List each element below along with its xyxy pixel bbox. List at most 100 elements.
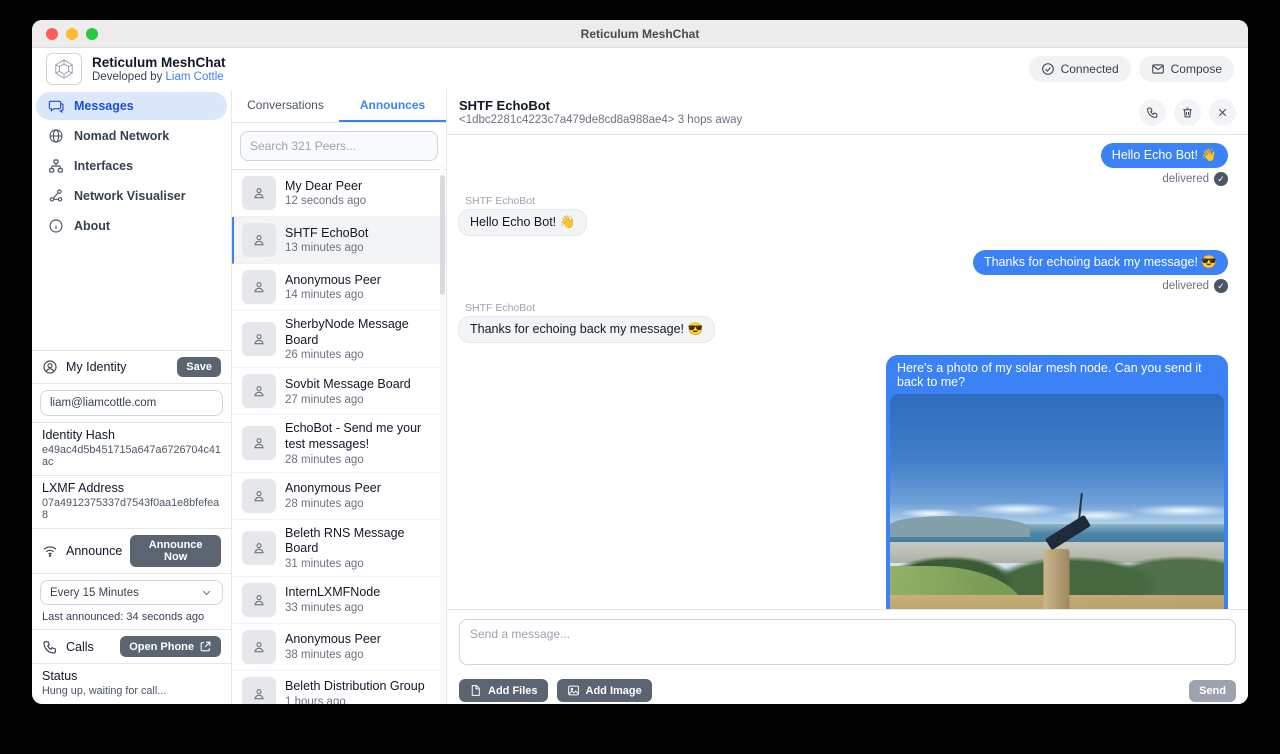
solar-mesh-node-photo[interactable]	[890, 394, 1224, 609]
peer-time: 12 seconds ago	[285, 195, 366, 207]
list-item[interactable]: Beleth RNS Message Board31 minutes ago	[232, 520, 446, 577]
list-item[interactable]: Sovbit Message Board27 minutes ago	[232, 368, 446, 415]
person-icon	[251, 639, 267, 655]
scrollbar-thumb[interactable]	[440, 175, 445, 295]
tab-announces[interactable]: Announces	[339, 90, 446, 122]
sidebar: Messages Nomad Network Interfaces	[32, 90, 232, 704]
check-circle-icon	[1041, 62, 1055, 76]
my-identity-label: My Identity	[66, 360, 126, 374]
avatar	[242, 677, 276, 704]
sidebar-item-messages[interactable]: Messages	[36, 92, 227, 120]
avatar	[242, 583, 276, 617]
app-logo	[46, 53, 82, 85]
person-icon	[251, 185, 267, 201]
identity-name-input[interactable]	[40, 390, 223, 416]
announce-row: Announce Announce Now	[32, 529, 231, 574]
identity-hash-value: e49ac4d5b451715a647a6726704c41ac	[42, 444, 221, 468]
list-item[interactable]: Anonymous Peer28 minutes ago	[232, 473, 446, 520]
list-item[interactable]: Anonymous Peer14 minutes ago	[232, 264, 446, 311]
delivered-label: delivered	[1162, 173, 1209, 185]
peer-time: 28 minutes ago	[285, 498, 381, 510]
peer-name: Anonymous Peer	[285, 481, 381, 497]
identity-hash-block: Identity Hash e49ac4d5b451715a647a672670…	[32, 423, 231, 476]
person-icon	[251, 383, 267, 399]
peer-time: 31 minutes ago	[285, 558, 440, 570]
peer-name: EchoBot - Send me your test messages!	[285, 421, 440, 452]
developer-link[interactable]: Liam Cottle	[166, 71, 224, 83]
sidebar-item-network-visualiser[interactable]: Network Visualiser	[36, 182, 227, 210]
delivered-label: delivered	[1162, 280, 1209, 292]
chat-header: SHTF EchoBot <1dbc2281c4223c7a479de8cd8a…	[447, 90, 1248, 135]
title-bar: Reticulum MeshChat	[32, 20, 1248, 48]
identity-hash-label: Identity Hash	[42, 428, 221, 442]
avatar	[242, 531, 276, 565]
nodes-icon	[48, 188, 64, 204]
list-item[interactable]: Beleth Distribution Group1 hours ago	[232, 671, 446, 704]
list-item[interactable]: EchoBot - Send me your test messages!28 …	[232, 415, 446, 472]
window-title: Reticulum MeshChat	[32, 27, 1248, 41]
person-icon	[251, 279, 267, 295]
peer-list-scrollbar[interactable]	[440, 165, 445, 704]
peer-list: My Dear Peer12 seconds ago SHTF EchoBot1…	[232, 170, 446, 704]
send-button[interactable]: Send	[1189, 680, 1236, 702]
list-item-selected[interactable]: SHTF EchoBot13 minutes ago	[232, 217, 446, 264]
peer-name: Beleth RNS Message Board	[285, 526, 440, 557]
sidebar-bottom-panel: My Identity Save Identity Hash e49ac4d5b…	[32, 350, 231, 704]
sidebar-item-label: Network Visualiser	[74, 189, 186, 203]
announce-now-button[interactable]: Announce Now	[130, 535, 221, 567]
announce-interval-select[interactable]: Every 15 Minutes	[40, 580, 223, 605]
save-button[interactable]: Save	[177, 357, 221, 377]
sidebar-item-about[interactable]: About	[36, 212, 227, 240]
add-files-button[interactable]: Add Files	[459, 679, 548, 702]
message-bubble: Thanks for echoing back my message! 😎	[973, 250, 1228, 275]
list-item[interactable]: InternLXMFNode33 minutes ago	[232, 577, 446, 624]
person-icon	[251, 435, 267, 451]
lxmf-address-label: LXMF Address	[42, 481, 221, 495]
list-item[interactable]: SherbyNode Message Board26 minutes ago	[232, 311, 446, 368]
sidebar-item-interfaces[interactable]: Interfaces	[36, 152, 227, 180]
message-bubble: Hello Echo Bot! 👋	[458, 209, 587, 236]
lxmf-address-block: LXMF Address 07a4912375337d7543f0aa1e8bf…	[32, 476, 231, 529]
phone-icon	[42, 639, 58, 655]
image-icon	[567, 684, 580, 697]
message-list[interactable]: Hello Echo Bot! 👋 delivered SHTF EchoBot…	[447, 135, 1248, 609]
tab-conversations[interactable]: Conversations	[232, 90, 339, 122]
peer-time: 33 minutes ago	[285, 602, 380, 614]
call-peer-button[interactable]	[1139, 99, 1166, 126]
message-input[interactable]	[459, 619, 1236, 665]
peer-time: 27 minutes ago	[285, 394, 411, 406]
list-item[interactable]: My Dear Peer12 seconds ago	[232, 170, 446, 217]
message-outgoing: Thanks for echoing back my message! 😎 de…	[458, 250, 1228, 293]
connected-status-badge[interactable]: Connected	[1029, 56, 1131, 82]
avatar	[242, 223, 276, 257]
app-subtitle: Developed by Liam Cottle	[92, 71, 226, 83]
sidebar-item-nomad-network[interactable]: Nomad Network	[36, 122, 227, 150]
info-icon	[48, 218, 64, 234]
close-chat-button[interactable]	[1209, 99, 1236, 126]
chat-icon	[48, 98, 64, 114]
compose-button[interactable]: Compose	[1139, 56, 1234, 82]
search-peers-input[interactable]	[240, 131, 438, 161]
message-composer: Add Files Add Image Send	[447, 609, 1248, 704]
my-identity-row: My Identity Save	[32, 351, 231, 384]
peers-column: Conversations Announces My Dear Peer12 s…	[232, 90, 447, 704]
app-header: Reticulum MeshChat Developed by Liam Cot…	[32, 48, 1248, 90]
delete-conversation-button[interactable]	[1174, 99, 1201, 126]
app-title-block: Reticulum MeshChat Developed by Liam Cot…	[92, 55, 226, 84]
peer-name: Anonymous Peer	[285, 273, 381, 289]
peer-name: Beleth Distribution Group	[285, 679, 425, 695]
photo-wooden-post	[1043, 549, 1069, 609]
delivery-status: delivered	[1162, 279, 1228, 293]
close-icon	[1216, 106, 1229, 119]
peer-name: My Dear Peer	[285, 179, 366, 195]
open-phone-button[interactable]: Open Phone	[120, 636, 221, 657]
list-item[interactable]: Anonymous Peer38 minutes ago	[232, 624, 446, 671]
message-incoming: SHTF EchoBot Thanks for echoing back my …	[458, 302, 1228, 343]
avatar	[242, 270, 276, 304]
add-image-button[interactable]: Add Image	[557, 679, 652, 702]
announce-interval-value: Every 15 Minutes	[50, 587, 139, 599]
peer-time: 26 minutes ago	[285, 349, 440, 361]
chat-peer-name: SHTF EchoBot	[459, 98, 742, 115]
peer-name: InternLXMFNode	[285, 585, 380, 601]
peer-name: SHTF EchoBot	[285, 226, 368, 242]
